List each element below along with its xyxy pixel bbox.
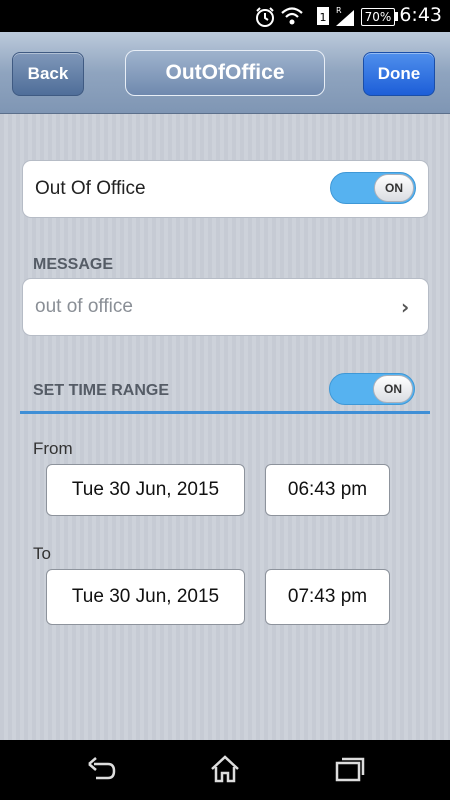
toggle-knob: ON <box>373 375 413 403</box>
out-of-office-toggle[interactable]: ON <box>330 172 416 204</box>
nav-bar: Back OutOfOffice Done <box>0 32 450 114</box>
done-button[interactable]: Done <box>363 52 435 96</box>
out-of-office-row: Out Of Office ON <box>22 160 429 218</box>
wifi-icon <box>281 6 303 30</box>
sim-icon: 1 <box>316 6 330 30</box>
section-divider <box>20 411 430 414</box>
message-row[interactable]: out of office › <box>22 278 429 336</box>
svg-text:1: 1 <box>320 11 327 24</box>
battery-icon: 70% <box>361 8 395 26</box>
svg-text:R: R <box>336 6 342 15</box>
chevron-right-icon: › <box>401 295 410 319</box>
to-label: To <box>33 544 51 563</box>
out-of-office-label: Out Of Office <box>35 178 146 199</box>
content-area: Out Of Office ON MESSAGE out of office ›… <box>0 114 450 740</box>
alarm-icon <box>254 6 276 32</box>
signal-icon: R <box>334 6 356 32</box>
message-header: MESSAGE <box>33 256 114 273</box>
from-time-picker[interactable]: 06:43 pm <box>265 464 390 516</box>
page-title: OutOfOffice <box>125 50 325 96</box>
to-date-picker[interactable]: Tue 30 Jun, 2015 <box>46 569 245 625</box>
status-bar: 1 R 70% 6:43 <box>0 0 450 32</box>
home-icon[interactable] <box>209 754 241 788</box>
message-value: out of office <box>35 296 133 317</box>
battery-nub <box>395 12 398 21</box>
status-time: 6:43 <box>399 4 442 26</box>
time-range-toggle[interactable]: ON <box>329 373 415 405</box>
time-range-header: SET TIME RANGE <box>33 382 170 399</box>
back-button[interactable]: Back <box>12 52 84 96</box>
to-time-picker[interactable]: 07:43 pm <box>265 569 390 625</box>
recent-apps-icon[interactable] <box>334 754 366 788</box>
from-date-picker[interactable]: Tue 30 Jun, 2015 <box>46 464 245 516</box>
system-nav-bar <box>0 740 450 800</box>
back-icon[interactable] <box>86 754 118 788</box>
toggle-knob: ON <box>374 174 414 202</box>
from-label: From <box>33 439 73 458</box>
